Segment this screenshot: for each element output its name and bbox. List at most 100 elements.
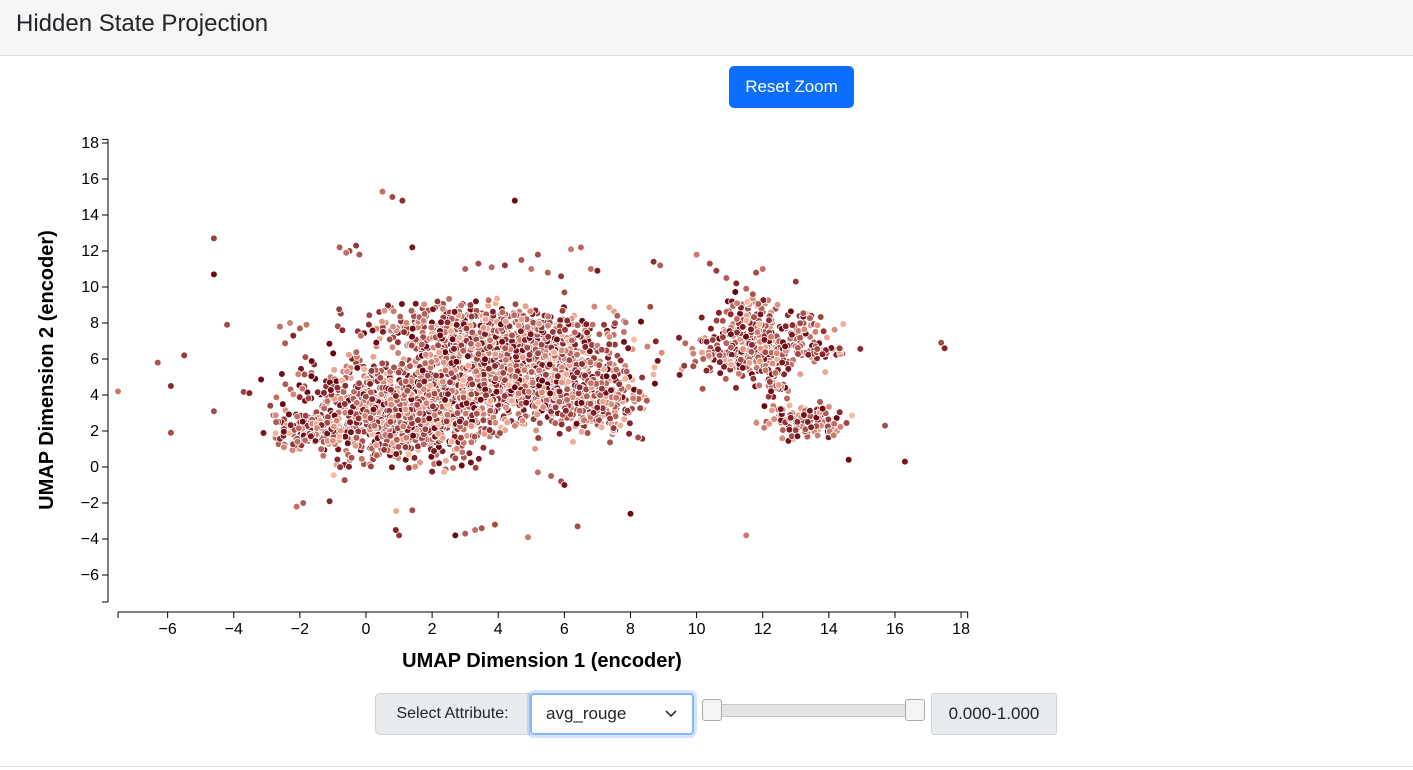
- data-point[interactable]: [783, 394, 791, 403]
- data-point[interactable]: [346, 408, 355, 417]
- data-point[interactable]: [743, 298, 752, 306]
- data-point[interactable]: [471, 526, 479, 534]
- data-point[interactable]: [329, 349, 338, 358]
- data-point[interactable]: [697, 313, 706, 322]
- data-point[interactable]: [167, 382, 175, 390]
- data-point[interactable]: [343, 439, 352, 448]
- data-point[interactable]: [561, 325, 569, 334]
- data-point[interactable]: [531, 444, 539, 453]
- data-point[interactable]: [598, 384, 606, 393]
- data-point[interactable]: [564, 425, 573, 433]
- data-point[interactable]: [405, 464, 413, 472]
- data-point[interactable]: [296, 324, 304, 333]
- data-point[interactable]: [653, 357, 662, 365]
- data-point[interactable]: [474, 455, 483, 463]
- data-point[interactable]: [281, 339, 289, 348]
- data-point[interactable]: [813, 321, 822, 330]
- data-point[interactable]: [329, 436, 337, 445]
- data-point[interactable]: [380, 446, 388, 454]
- data-point[interactable]: [394, 349, 402, 357]
- data-point[interactable]: [776, 405, 785, 413]
- data-point[interactable]: [307, 372, 316, 380]
- data-point[interactable]: [392, 507, 401, 515]
- data-point[interactable]: [498, 337, 506, 346]
- data-point[interactable]: [508, 396, 516, 405]
- data-point[interactable]: [836, 423, 845, 431]
- data-point[interactable]: [326, 386, 335, 394]
- data-point[interactable]: [636, 404, 644, 412]
- data-point[interactable]: [844, 455, 853, 464]
- data-point[interactable]: [689, 349, 698, 358]
- data-point[interactable]: [793, 432, 802, 441]
- data-point[interactable]: [438, 377, 447, 386]
- data-point[interactable]: [421, 425, 430, 434]
- data-point[interactable]: [538, 388, 546, 397]
- data-point[interactable]: [534, 434, 542, 442]
- data-point[interactable]: [408, 324, 417, 333]
- data-point[interactable]: [575, 406, 584, 415]
- data-point[interactable]: [356, 331, 365, 340]
- data-point[interactable]: [582, 392, 591, 401]
- data-point[interactable]: [692, 250, 701, 259]
- data-point[interactable]: [649, 257, 658, 266]
- data-point[interactable]: [539, 403, 547, 411]
- data-point[interactable]: [829, 431, 838, 440]
- data-point[interactable]: [511, 372, 520, 381]
- data-point[interactable]: [429, 402, 437, 411]
- data-point[interactable]: [391, 526, 400, 534]
- data-point[interactable]: [765, 316, 773, 325]
- data-point[interactable]: [747, 325, 755, 334]
- data-point[interactable]: [347, 453, 356, 462]
- data-point[interactable]: [637, 317, 645, 326]
- data-point[interactable]: [553, 372, 562, 380]
- data-point[interactable]: [437, 318, 445, 327]
- data-point[interactable]: [635, 388, 644, 396]
- data-point[interactable]: [419, 440, 428, 449]
- data-point[interactable]: [354, 427, 363, 436]
- data-point[interactable]: [804, 350, 813, 359]
- data-point[interactable]: [816, 313, 825, 321]
- data-point[interactable]: [451, 531, 460, 540]
- data-point[interactable]: [715, 308, 723, 317]
- data-point[interactable]: [563, 385, 571, 394]
- data-point[interactable]: [605, 303, 614, 312]
- data-point[interactable]: [351, 441, 360, 450]
- data-point[interactable]: [333, 455, 342, 464]
- data-point[interactable]: [821, 368, 830, 376]
- data-point[interactable]: [259, 429, 268, 437]
- data-point[interactable]: [408, 332, 416, 341]
- data-point[interactable]: [544, 312, 552, 321]
- data-point[interactable]: [727, 360, 735, 369]
- data-point[interactable]: [796, 333, 804, 342]
- data-point[interactable]: [457, 301, 466, 310]
- data-point[interactable]: [387, 385, 395, 394]
- data-point[interactable]: [392, 435, 401, 444]
- data-point[interactable]: [418, 366, 427, 375]
- data-point[interactable]: [295, 424, 303, 433]
- data-point[interactable]: [502, 403, 510, 412]
- data-point[interactable]: [702, 366, 711, 375]
- data-point[interactable]: [557, 272, 565, 281]
- data-point[interactable]: [474, 341, 482, 349]
- data-point[interactable]: [378, 317, 386, 326]
- data-point[interactable]: [446, 378, 454, 387]
- data-point[interactable]: [338, 326, 347, 335]
- data-point[interactable]: [605, 333, 614, 341]
- data-point[interactable]: [732, 279, 741, 288]
- data-point[interactable]: [325, 497, 334, 506]
- data-point[interactable]: [491, 419, 500, 427]
- data-point[interactable]: [366, 414, 375, 422]
- data-point[interactable]: [573, 350, 581, 359]
- data-point[interactable]: [612, 393, 620, 402]
- data-point[interactable]: [541, 352, 550, 360]
- data-point[interactable]: [599, 397, 607, 406]
- data-point[interactable]: [479, 323, 488, 332]
- data-point[interactable]: [501, 261, 509, 270]
- data-point[interactable]: [760, 402, 769, 410]
- data-point[interactable]: [467, 312, 476, 321]
- data-point[interactable]: [689, 362, 698, 371]
- data-point[interactable]: [336, 463, 344, 471]
- data-point[interactable]: [573, 368, 582, 377]
- data-point[interactable]: [486, 336, 494, 345]
- data-point[interactable]: [715, 358, 724, 366]
